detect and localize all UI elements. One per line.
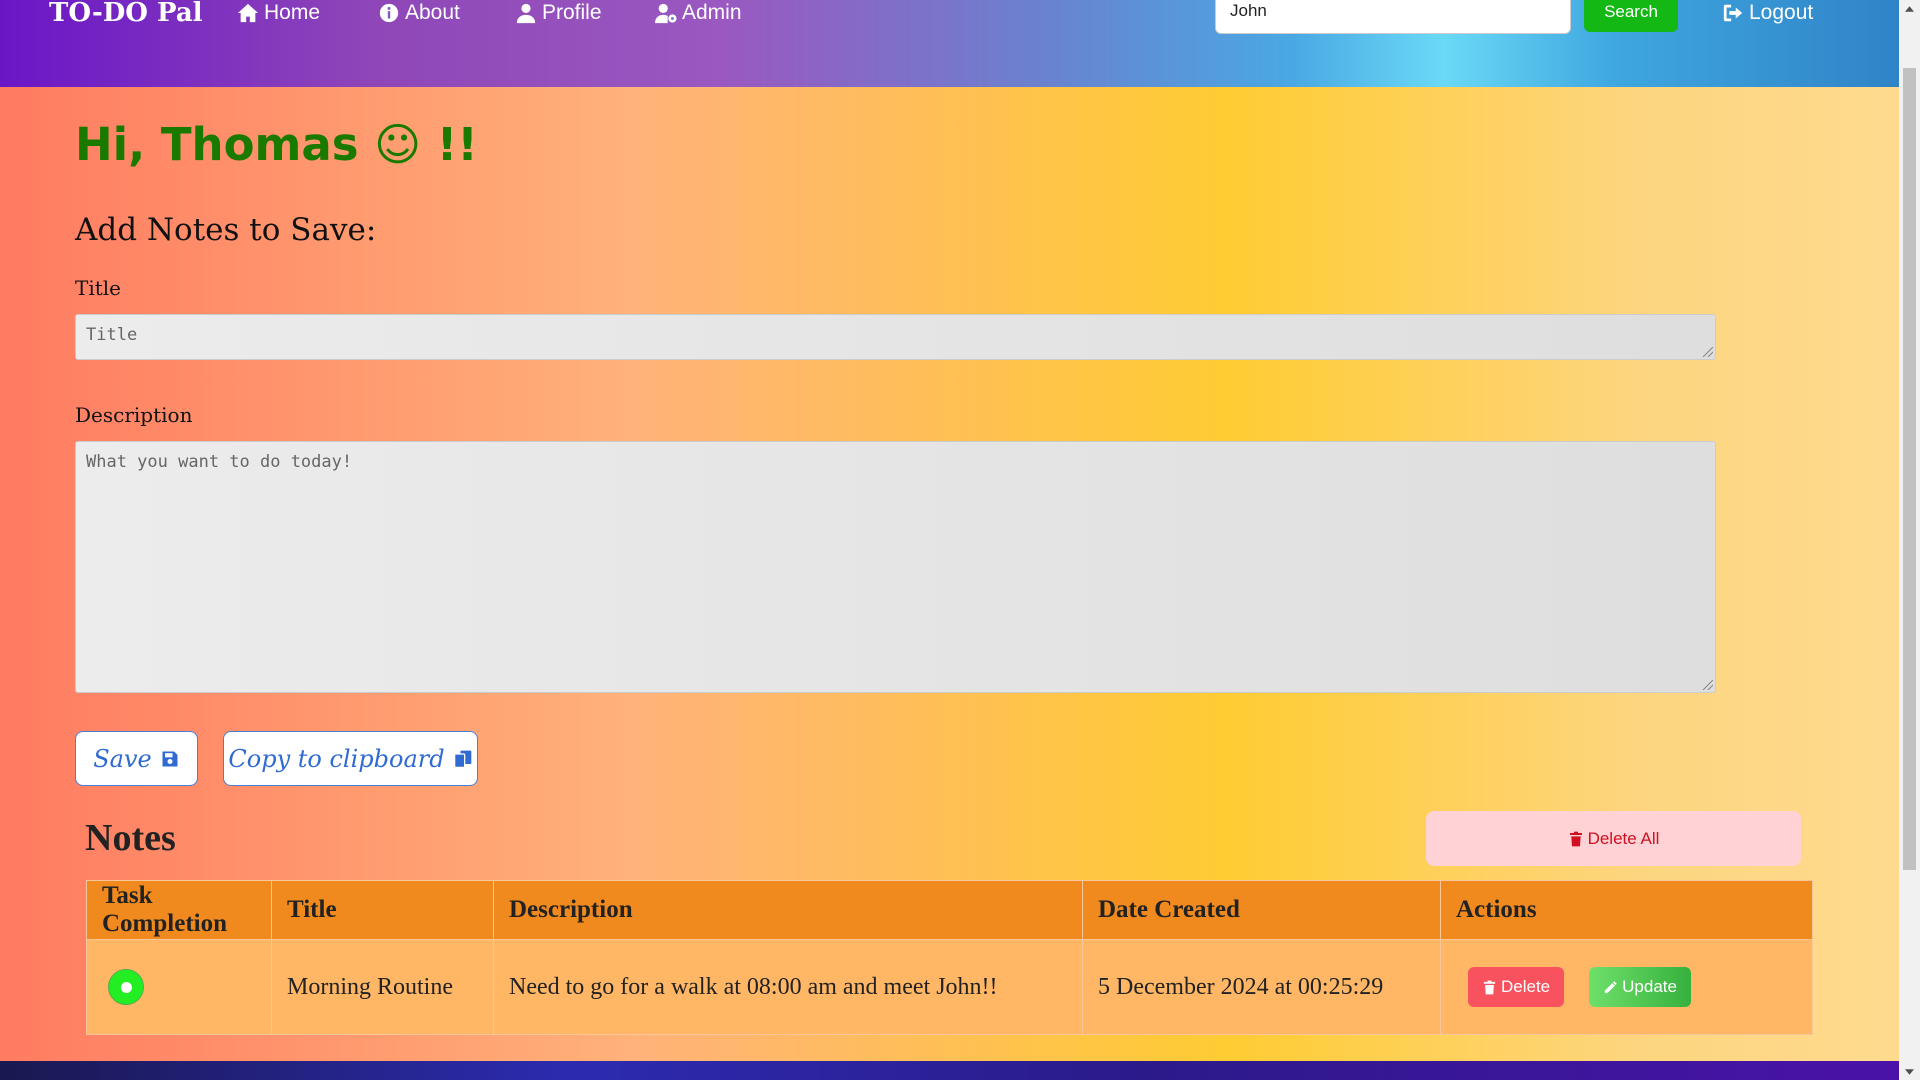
notes-table: Task Completion Title Description Date C…	[86, 880, 1813, 1035]
notes-heading: Notes	[85, 817, 176, 859]
footer-strip	[0, 1061, 1899, 1080]
user-gear-icon	[655, 3, 677, 24]
copy-icon	[453, 750, 471, 768]
save-button[interactable]: Save	[75, 731, 198, 786]
resize-handle[interactable]	[1703, 347, 1713, 357]
nav-admin[interactable]: Admin	[655, 0, 742, 26]
search-button[interactable]: Search	[1584, 0, 1678, 32]
note-date-cell: 5 December 2024 at 00:25:29	[1082, 939, 1441, 1035]
chevron-up-icon	[1905, 5, 1914, 12]
nav-home-label: Home	[264, 1, 321, 24]
delete-button-label: Delete	[1501, 977, 1551, 996]
nav-home[interactable]: Home	[237, 0, 320, 26]
update-button-label: Update	[1622, 977, 1677, 996]
note-description-cell: Need to go for a walk at 08:00 am and me…	[493, 939, 1083, 1035]
add-notes-heading: Add Notes to Save:	[75, 212, 377, 248]
user-icon	[516, 3, 536, 24]
floppy-disk-icon	[162, 751, 178, 766]
nav-profile-label: Profile	[542, 1, 602, 24]
column-header: Description	[493, 880, 1083, 940]
trash-icon	[1483, 980, 1496, 994]
pencil-icon	[1605, 980, 1617, 993]
trash-icon	[1569, 831, 1582, 846]
navbar: TO-DO Pal Home About Profile Admin John …	[0, 0, 1899, 87]
resize-handle[interactable]	[1703, 680, 1713, 690]
title-field[interactable]: Title	[75, 314, 1716, 360]
copy-clipboard-button[interactable]: Copy to clipboard	[223, 731, 478, 786]
description-field[interactable]: What you want to do today!	[75, 441, 1716, 693]
table-row: Morning Routine Need to go for a walk at…	[86, 939, 1813, 1035]
table-header-row: Task Completion Title Description Date C…	[86, 880, 1813, 940]
nav-about-label: About	[405, 1, 460, 24]
delete-all-label: Delete All	[1587, 828, 1660, 848]
note-actions-cell: Delete Update	[1440, 939, 1813, 1035]
copy-button-label: Copy to clipboard	[228, 744, 445, 773]
update-button[interactable]: Update	[1589, 967, 1691, 1007]
info-icon	[379, 3, 399, 23]
column-header: Title	[271, 880, 494, 940]
column-header: Date Created	[1082, 880, 1441, 940]
column-header: Task Completion	[86, 880, 272, 940]
logout-label: Logout	[1749, 1, 1814, 24]
chevron-down-icon	[1905, 1068, 1914, 1075]
vertical-scrollbar[interactable]	[1899, 0, 1920, 1080]
save-button-label: Save	[93, 744, 152, 773]
scroll-up-arrow[interactable]	[1899, 0, 1920, 17]
description-label: Description	[75, 403, 193, 427]
task-completion-cell	[86, 939, 272, 1035]
home-icon	[237, 3, 259, 23]
column-header: Actions	[1440, 880, 1813, 940]
completion-radio[interactable]	[108, 969, 144, 1005]
logout-link[interactable]: Logout	[1722, 0, 1813, 26]
nav-about[interactable]: About	[378, 0, 460, 26]
brand-logo[interactable]: TO-DO Pal	[49, 0, 203, 26]
greeting-heading: Hi, Thomas ☺ !!	[75, 118, 478, 171]
search-input[interactable]: John	[1215, 0, 1571, 34]
delete-all-button[interactable]: Delete All	[1426, 811, 1801, 866]
nav-admin-label: Admin	[682, 1, 742, 24]
delete-button[interactable]: Delete	[1468, 967, 1565, 1007]
note-title-cell: Morning Routine	[271, 939, 494, 1035]
title-placeholder: Title	[86, 325, 138, 345]
scroll-thumb[interactable]	[1903, 68, 1916, 870]
scroll-down-arrow[interactable]	[1899, 1063, 1920, 1080]
description-placeholder: What you want to do today!	[86, 452, 353, 472]
logout-icon	[1723, 4, 1743, 22]
nav-profile[interactable]: Profile	[515, 0, 602, 26]
title-label: Title	[75, 276, 122, 300]
